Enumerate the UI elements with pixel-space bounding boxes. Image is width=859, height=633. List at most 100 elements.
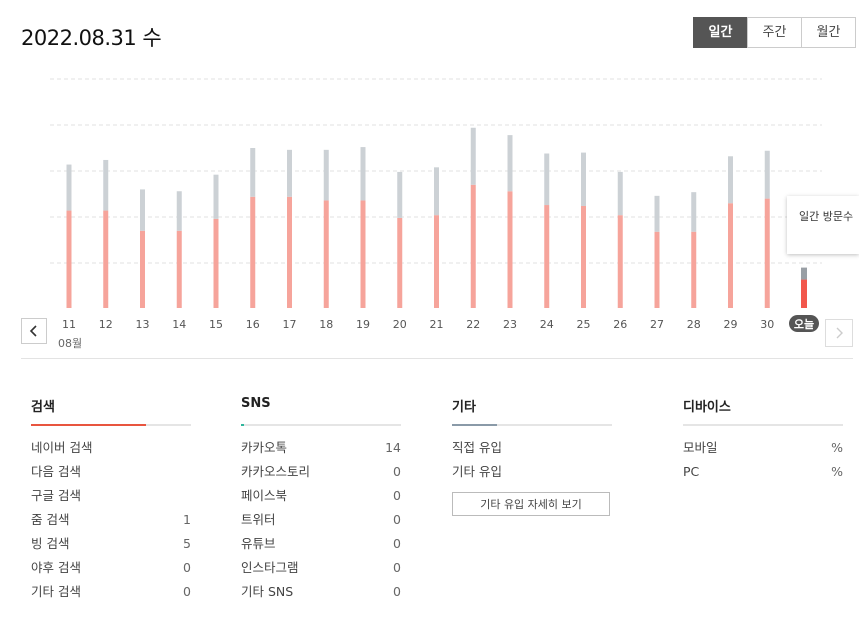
section-title: 디바이스 (683, 400, 731, 415)
list-item: 기타 유입 (452, 460, 612, 484)
bar-segment-secondary[interactable] (581, 152, 586, 206)
bar-segment-primary[interactable] (140, 230, 145, 308)
bar-segment-primary[interactable] (507, 191, 513, 308)
list-item: 카카오스토리 0 (241, 460, 401, 484)
bar-segment-secondary[interactable] (470, 127, 476, 185)
bar-segment-secondary[interactable] (66, 164, 72, 211)
bar-segment-primary[interactable] (801, 279, 807, 308)
item-value: % (831, 464, 843, 479)
section-rows: 네이버 검색 다음 검색 구글 검색 줌 검색 1 빙 검색 5 야후 검색 0 기타 검색 0 (31, 436, 191, 604)
bar-segment-secondary[interactable] (544, 153, 550, 206)
bar-segment-secondary[interactable] (140, 189, 145, 231)
bar-segment-primary[interactable] (360, 200, 366, 308)
next-button[interactable] (825, 319, 853, 347)
item-label: 기타 검색 (31, 584, 81, 599)
item-label: 기타 유입 (452, 464, 502, 479)
chevron-right-icon (836, 327, 843, 339)
bar-segment-primary[interactable] (470, 184, 476, 308)
list-item: 기타 SNS 0 (241, 580, 401, 604)
list-item: 유튜브 0 (241, 532, 401, 556)
item-label: 카카오스토리 (241, 464, 311, 479)
tick-label: 13 (136, 318, 150, 331)
list-item: 네이버 검색 (31, 436, 191, 460)
period-tabs: 일간 주간 월간 (693, 17, 856, 48)
tick-label: 24 (540, 318, 554, 331)
bar-segment-secondary[interactable] (397, 171, 403, 218)
tab-weekly[interactable]: 주간 (747, 17, 802, 48)
bar-segment-primary[interactable] (176, 230, 182, 308)
etc-detail-button[interactable]: 기타 유입 자세히 보기 (452, 492, 610, 516)
bar-segment-primary[interactable] (544, 205, 550, 308)
bar-segment-primary[interactable] (397, 217, 403, 308)
item-label: 직접 유입 (452, 440, 502, 455)
bar-segment-secondary[interactable] (801, 267, 807, 280)
section-accent (241, 424, 245, 426)
bar-segment-secondary[interactable] (617, 171, 623, 216)
bar-segment-secondary[interactable] (176, 191, 182, 231)
list-item: 카카오톡 14 (241, 436, 401, 460)
bar-segment-primary[interactable] (434, 215, 439, 308)
bar-segment-secondary[interactable] (103, 159, 109, 211)
chevron-left-icon (29, 325, 37, 337)
section-underline (683, 424, 843, 426)
bar-segment-primary[interactable] (323, 200, 329, 308)
bar-segment-secondary[interactable] (691, 192, 697, 232)
bar-segment-secondary[interactable] (507, 135, 513, 192)
bar-segment-primary[interactable] (617, 215, 623, 308)
bar-segment-secondary[interactable] (654, 195, 660, 232)
tab-daily[interactable]: 일간 (693, 17, 748, 48)
bar-segment-secondary[interactable] (250, 148, 256, 197)
list-item: 야후 검색 0 (31, 556, 191, 580)
section-underline (31, 424, 191, 426)
item-label: 트위터 (241, 512, 276, 527)
list-item: 빙 검색 5 (31, 532, 191, 556)
item-value: 0 (393, 584, 401, 599)
bar-segment-secondary[interactable] (764, 150, 770, 199)
section-underline (452, 424, 612, 426)
bar-segment-primary[interactable] (250, 196, 256, 308)
item-value: 0 (393, 464, 401, 479)
bar-segment-secondary[interactable] (434, 167, 439, 216)
bar-segment-secondary[interactable] (323, 149, 329, 201)
section-title: 검색 (31, 400, 55, 415)
item-label: 카카오톡 (241, 440, 288, 455)
list-item: 트위터 0 (241, 508, 401, 532)
item-value: % (831, 440, 843, 455)
item-value: 0 (183, 560, 191, 575)
tab-monthly[interactable]: 월간 (801, 17, 856, 48)
tick-label: 26 (613, 318, 627, 331)
divider (21, 358, 853, 359)
item-label: 페이스북 (241, 488, 288, 503)
tick-label: 17 (283, 318, 297, 331)
prev-button[interactable] (21, 318, 47, 344)
bar-segment-primary[interactable] (66, 210, 72, 308)
bar-segment-primary[interactable] (764, 198, 770, 308)
bar-segment-secondary[interactable] (287, 149, 292, 197)
bar-segment-primary[interactable] (581, 205, 586, 308)
tick-label: 22 (466, 318, 480, 331)
bar-segment-primary[interactable] (654, 231, 660, 308)
bar-segment-primary[interactable] (103, 210, 109, 308)
bar-segment-primary[interactable] (728, 203, 733, 308)
tick-label: 14 (172, 318, 186, 331)
list-item: 기타 검색 0 (31, 580, 191, 604)
tick-label: 20 (393, 318, 407, 331)
list-item: 직접 유입 (452, 436, 612, 460)
item-value: 5 (183, 536, 191, 551)
bar-segment-primary[interactable] (287, 196, 292, 308)
bar-segment-primary[interactable] (691, 231, 697, 308)
item-label: PC (683, 464, 700, 479)
tick-label: 11 (62, 318, 76, 331)
bar-segment-secondary[interactable] (360, 147, 366, 201)
bar-segment-secondary[interactable] (728, 156, 733, 204)
section-title: SNS (241, 396, 271, 411)
bar-segment-secondary[interactable] (213, 174, 219, 219)
list-item: 다음 검색 (31, 460, 191, 484)
section-search: 검색 네이버 검색 다음 검색 구글 검색 줌 검색 1 빙 검색 5 야후 검색 0 기타 검색… (31, 396, 191, 604)
visits-bar-chart: 11 12 13 14 15 16 17 18 19 20 21 22 23 24 25 26 27 28 29 30… (50, 78, 822, 332)
item-label: 다음 검색 (31, 464, 81, 479)
tick-label: 30 (760, 318, 774, 331)
list-item: 모바일% (683, 436, 843, 460)
bar-segment-primary[interactable] (213, 218, 219, 308)
section-title: 기타 (452, 400, 476, 415)
